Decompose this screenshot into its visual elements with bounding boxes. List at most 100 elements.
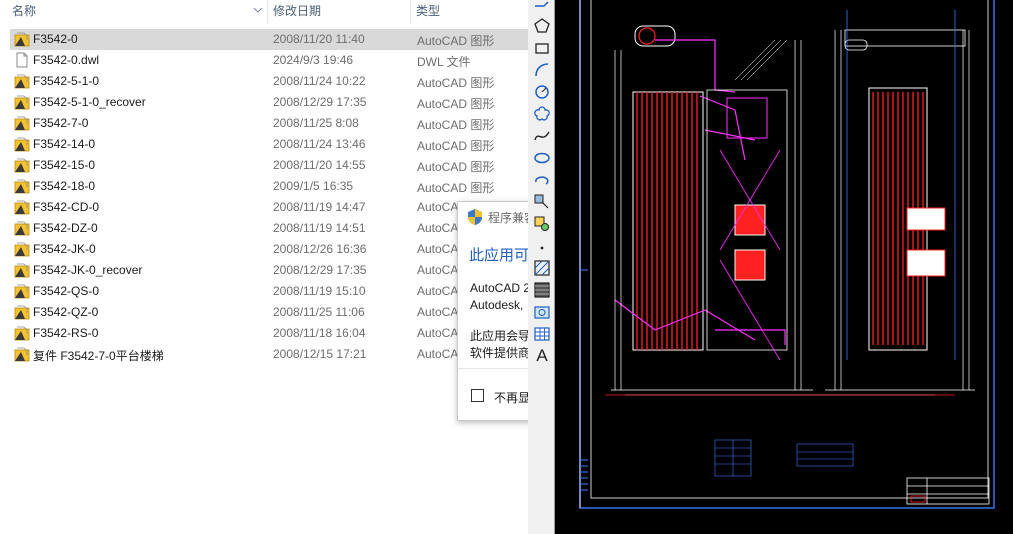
shield-icon [468,209,482,225]
dialog-heading: 此应用可 [469,247,530,264]
file-name: F3542-JK-0 [33,242,96,256]
file-type: AutoCAD 图形 [417,97,495,111]
dwg-file-icon [14,116,30,131]
file-row[interactable]: F3542-QZ-0 2008/11/25 11:06 AutoCA [10,302,528,323]
dwg-file-icon [14,158,30,173]
file-row[interactable]: F3542-15-0 2008/11/20 14:55 AutoCAD 图形 [10,155,528,176]
file-modified-date: 2008/12/26 16:36 [273,242,367,256]
file-name: F3542-5-1-0 [33,74,100,88]
file-row[interactable]: F3542-CD-0 2008/11/19 14:47 AutoCA [10,197,528,218]
dwg-file-icon [14,305,30,320]
polyline-icon[interactable] [532,0,552,10]
file-row[interactable]: F3542-5-1-0_recover 2008/12/29 17:35 AutoC… [10,92,528,113]
file-row[interactable]: F3542-18-0 2009/1/5 16:35 AutoCAD 图形 [10,176,528,197]
hatch-icon[interactable] [532,258,552,278]
file-row[interactable]: F3542-7-0 2008/11/25 8:08 AutoCAD 图形 [10,113,528,134]
dwg-file-icon [14,179,30,194]
title-block [906,477,990,505]
file-row[interactable]: F3542-RS-0 2008/11/18 16:04 AutoCA [10,323,528,344]
file-name: F3542-DZ-0 [33,221,98,235]
file-type: AutoCA [417,200,459,214]
file-type: AutoCAD 图形 [417,76,495,90]
dwg-file-icon [14,95,30,110]
dont-show-again-checkbox[interactable] [471,389,484,402]
polygon-icon[interactable] [532,16,552,36]
ellipse-arc-icon[interactable] [532,170,552,190]
file-name: F3542-JK-0_recover [33,263,143,277]
dialog-message-line2: 软件提供商 [470,346,531,360]
file-modified-date: 2009/1/5 16:35 [273,179,354,193]
dont-show-again-label[interactable]: 不再显 [494,389,530,406]
file-type: DWL 文件 [417,55,471,69]
dwg-file-icon [14,74,30,89]
file-modified-date: 2008/11/25 11:06 [273,305,365,319]
autocad-window: A [528,0,1013,534]
file-type: AutoCA [417,347,459,361]
file-row[interactable]: F3542-0 2008/11/20 11:40 AutoCAD 图形 [10,29,528,50]
file-type: AutoCA [417,284,459,298]
file-row[interactable]: F3542-0.dwl 2024/9/3 19:46 DWL 文件 [10,50,528,71]
insert-block-icon[interactable] [532,192,552,212]
file-modified-date: 2008/11/20 14:55 [273,158,366,172]
file-type: AutoCA [417,242,459,256]
region-icon[interactable] [532,302,552,322]
ellipse-icon[interactable] [532,148,552,168]
file-name: F3542-7-0 [33,116,89,130]
file-modified-date: 2008/12/15 17:21 [273,347,367,361]
file-type: AutoCAD 图形 [417,118,495,132]
file-row[interactable]: F3542-QS-0 2008/11/19 15:10 AutoCA [10,281,528,302]
file-name: F3542-18-0 [33,179,96,193]
file-type: AutoCA [417,305,459,319]
dialog-app-name: AutoCAD 2 [470,281,531,295]
file-modified-date: 2008/11/24 10:22 [273,74,366,88]
compatibility-dialog: 程序兼容 此应用可 AutoCAD 2 Autodesk, 此应用会导 软件提供… [457,201,539,421]
column-header-bar: 名称 修改日期 类型 [0,0,528,24]
draw-toolbar: A [528,0,555,534]
file-name: F3542-CD-0 [33,200,100,214]
dwg-file-icon [14,284,30,299]
file-name: F3542-QZ-0 [33,305,99,319]
multiline-text-icon[interactable]: A [532,346,552,366]
file-type: AutoCA [417,263,459,277]
file-name: F3542-14-0 [33,137,96,151]
file-row[interactable]: F3542-5-1-0 2008/11/24 10:22 AutoCAD 图形 [10,71,528,92]
sort-chevron-icon [253,7,263,13]
rectangle-icon[interactable] [532,38,552,58]
column-header-type[interactable]: 类型 [412,0,528,24]
make-block-icon[interactable] [532,214,552,234]
column-header-name[interactable]: 名称 [8,0,268,24]
dwg-file-icon [14,347,30,362]
table-icon[interactable] [532,324,552,344]
file-modified-date: 2008/11/19 14:47 [273,200,366,214]
file-name: F3542-QS-0 [33,284,100,298]
drawing-canvas[interactable] [555,0,1013,534]
arc-icon[interactable] [532,60,552,80]
file-type: AutoCAD 图形 [417,34,495,48]
file-type: AutoCAD 图形 [417,181,495,195]
spline-icon[interactable] [532,126,552,146]
generic-file-icon [16,52,28,68]
revision-cloud-icon[interactable] [532,104,552,124]
dialog-publisher: Autodesk, [470,298,524,312]
file-type: AutoCAD 图形 [417,160,495,174]
dwg-file-icon [14,221,30,236]
column-header-date[interactable]: 修改日期 [269,0,411,24]
dwg-file-icon [14,32,30,47]
point-icon[interactable] [532,236,552,256]
file-row[interactable]: F3542-JK-0 2008/12/26 16:36 AutoCA [10,239,528,260]
circle-icon[interactable] [532,82,552,102]
file-modified-date: 2008/11/24 13:46 [273,137,366,151]
file-row[interactable]: F3542-DZ-0 2008/11/19 14:51 AutoCA [10,218,528,239]
file-modified-date: 2008/11/18 16:04 [273,326,366,340]
file-name: F3542-0.dwl [33,53,100,67]
file-row[interactable]: 复件 F3542-7-0平台楼梯 2008/12/15 17:21 AutoCA [10,344,528,365]
file-modified-date: 2008/12/29 17:35 [273,95,367,109]
boiler-elevation-right [825,10,975,391]
gradient-icon[interactable] [532,280,552,300]
file-modified-date: 2008/11/19 14:51 [273,221,366,235]
file-row[interactable]: F3542-14-0 2008/11/24 13:46 AutoCAD 图形 [10,134,528,155]
dwg-file-icon [14,242,30,257]
file-name: F3542-0 [33,32,78,46]
dwg-file-icon [14,263,30,278]
file-row[interactable]: F3542-JK-0_recover 2008/12/29 17:35 AutoCA [10,260,528,281]
